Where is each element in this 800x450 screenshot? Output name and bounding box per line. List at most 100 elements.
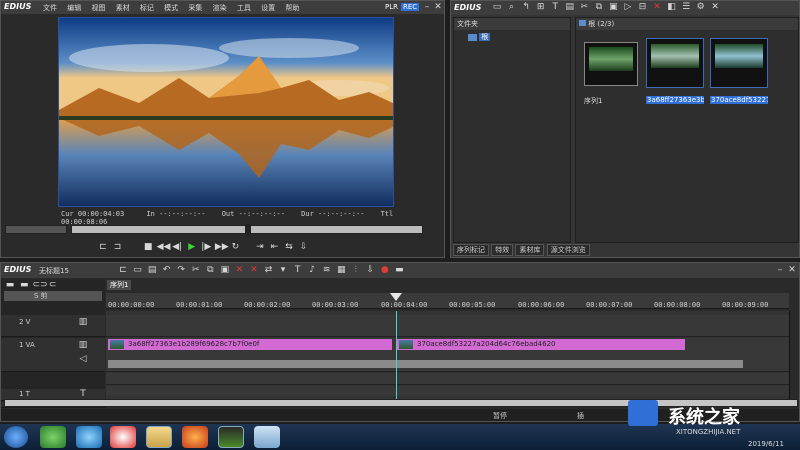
redo-icon[interactable]: ↷ [175,265,187,276]
close-icon[interactable]: ✕ [432,2,444,13]
set-in-icon[interactable]: ⊏ [97,242,109,253]
tab-clip-library[interactable]: 素材库 [515,244,545,256]
ripple-icon[interactable]: ⊂ [47,280,59,291]
record-icon[interactable]: ● [379,265,391,276]
layout-icon[interactable]: ▬ [393,265,405,276]
track-lane-1t[interactable] [106,373,789,385]
edius-task-icon[interactable] [218,426,244,448]
insert-icon[interactable]: ⇥ [254,242,266,253]
ie-browser-icon[interactable] [76,426,102,448]
menu-capture[interactable]: 采集 [188,4,202,12]
track-icon-a[interactable]: ▬ [4,280,16,291]
menu-settings[interactable]: 设置 [261,4,275,12]
playhead-marker[interactable] [390,293,402,301]
copy-icon[interactable]: ⧉ [204,265,216,276]
cut-icon[interactable]: ✂ [578,2,590,13]
clip-thumb-3[interactable] [710,38,768,88]
play-icon[interactable]: ▶ [186,242,198,253]
timeline-minimize-icon[interactable]: – [774,265,786,276]
generic-app-icon[interactable] [254,426,280,448]
track-icon-b[interactable]: ▬ [18,280,30,291]
folder-item-root[interactable]: 根 [468,32,570,42]
menu-tools[interactable]: 工具 [237,4,251,12]
fast-forward-icon[interactable]: ▶▶ [215,242,229,253]
track-lane-1va[interactable]: 3a68ff27363e1b289f69628c7b7f0e0f 370ace8… [106,338,789,372]
clip-thumb-2[interactable] [646,38,704,88]
search-icon[interactable]: ⌕ [506,2,518,13]
player-view-icon[interactable]: ▷ [622,2,634,13]
track-video-icon[interactable]: ▥ [77,340,89,351]
up-folder-icon[interactable]: ↰ [520,2,532,13]
track-audio-icon[interactable]: ◁ [77,354,89,365]
scrub-bar[interactable] [71,224,423,235]
track-video-icon[interactable]: ▥ [77,317,89,328]
time-ruler[interactable]: 00:00:00:00 00:00:01:00 00:00:02:00 00:0… [106,293,789,309]
settings-icon[interactable]: ⚙ [695,2,707,13]
menu-view[interactable]: 视图 [91,4,105,12]
title-icon[interactable]: T [549,2,561,13]
add-clip-icon[interactable]: ⊞ [535,2,547,13]
sync-icon[interactable]: ⇄ [262,265,274,276]
menu-marker[interactable]: 标记 [140,4,154,12]
mode-selector[interactable]: S 剪 [4,291,102,301]
match-frame-icon[interactable]: ⇆ [283,242,295,253]
undo-icon[interactable]: ↶ [161,265,173,276]
paste-icon[interactable]: ▣ [219,265,231,276]
rewind-icon[interactable]: ◀◀ [157,242,171,253]
start-button[interactable] [4,426,28,448]
export-icon[interactable]: ⇩ [298,242,310,253]
paste-icon[interactable]: ▣ [607,2,619,13]
stop-icon[interactable]: ■ [142,242,154,253]
cut-icon[interactable]: ✂ [190,265,202,276]
clip-thumb-1[interactable] [584,42,638,86]
tab-sequence-marker[interactable]: 序列标记 [453,244,489,256]
title-icon[interactable]: T [292,265,304,276]
set-out-icon[interactable]: ⊐ [112,242,124,253]
menu-help[interactable]: 帮助 [285,4,299,12]
rec-toggle[interactable]: REC [401,3,420,11]
tab-effects[interactable]: 特效 [491,244,514,256]
browser-360-icon[interactable] [40,426,66,448]
timeline-add-icon[interactable]: ⊟ [636,2,648,13]
menu-edit[interactable]: 编辑 [67,4,81,12]
audio-fader-icon[interactable]: ⫶ [350,265,362,276]
track-lane-2v[interactable] [106,315,789,337]
loop-icon[interactable]: ↻ [229,242,241,253]
track-lane-1a[interactable] [106,386,789,396]
scrub-handle[interactable] [245,224,251,235]
firefox-icon[interactable] [182,426,208,448]
tab-source-browser[interactable]: 源文件浏览 [546,244,590,256]
timeline-vscroll[interactable] [789,311,798,401]
sync-lock-icon[interactable]: ⊂⊃ [32,280,47,291]
ripple-delete-icon[interactable]: ✕ [248,265,260,276]
shuttle-slider[interactable] [5,225,67,234]
new-sequence-icon[interactable]: ⊏ [117,265,129,276]
step-back-icon[interactable]: ◀| [171,242,183,253]
sequence-tab[interactable]: 序列1 [107,280,132,290]
menu-file[interactable]: 文件 [43,4,57,12]
timeline-clip[interactable]: 370ace8df53227a204d64c76ebad4620 [397,339,685,350]
step-forward-icon[interactable]: |▶ [200,242,212,253]
menu-clip[interactable]: 素材 [116,4,130,12]
track-header-1va[interactable]: 1 VA ▥ ◁ [1,338,105,372]
file-explorer-icon[interactable] [146,426,172,448]
view-icon[interactable]: ☰ [680,2,692,13]
delete-icon[interactable]: ✕ [233,265,245,276]
timeline-clip[interactable]: 3a68ff27363e1b289f69628c7b7f0e0f [108,339,392,350]
delete-icon[interactable]: ✕ [651,2,663,13]
marker-icon[interactable]: ▾ [277,265,289,276]
menu-mode[interactable]: 模式 [164,4,178,12]
color-bar-icon[interactable]: ▤ [564,2,576,13]
plr-toggle[interactable]: PLR [385,3,398,11]
overwrite-icon[interactable]: ⇤ [268,242,280,253]
track-header-2v[interactable]: 2 V ▥ [1,315,105,337]
mic-icon[interactable]: ♪ [306,265,318,276]
menu-render[interactable]: 渲染 [213,4,227,12]
bin-close-icon[interactable]: ✕ [709,2,721,13]
folder-icon[interactable]: ▭ [491,2,503,13]
open-icon[interactable]: ▭ [132,265,144,276]
save-icon[interactable]: ▤ [146,265,158,276]
export-icon[interactable]: ⇩ [364,265,376,276]
qq-icon[interactable] [110,426,136,448]
properties-icon[interactable]: ◧ [666,2,678,13]
